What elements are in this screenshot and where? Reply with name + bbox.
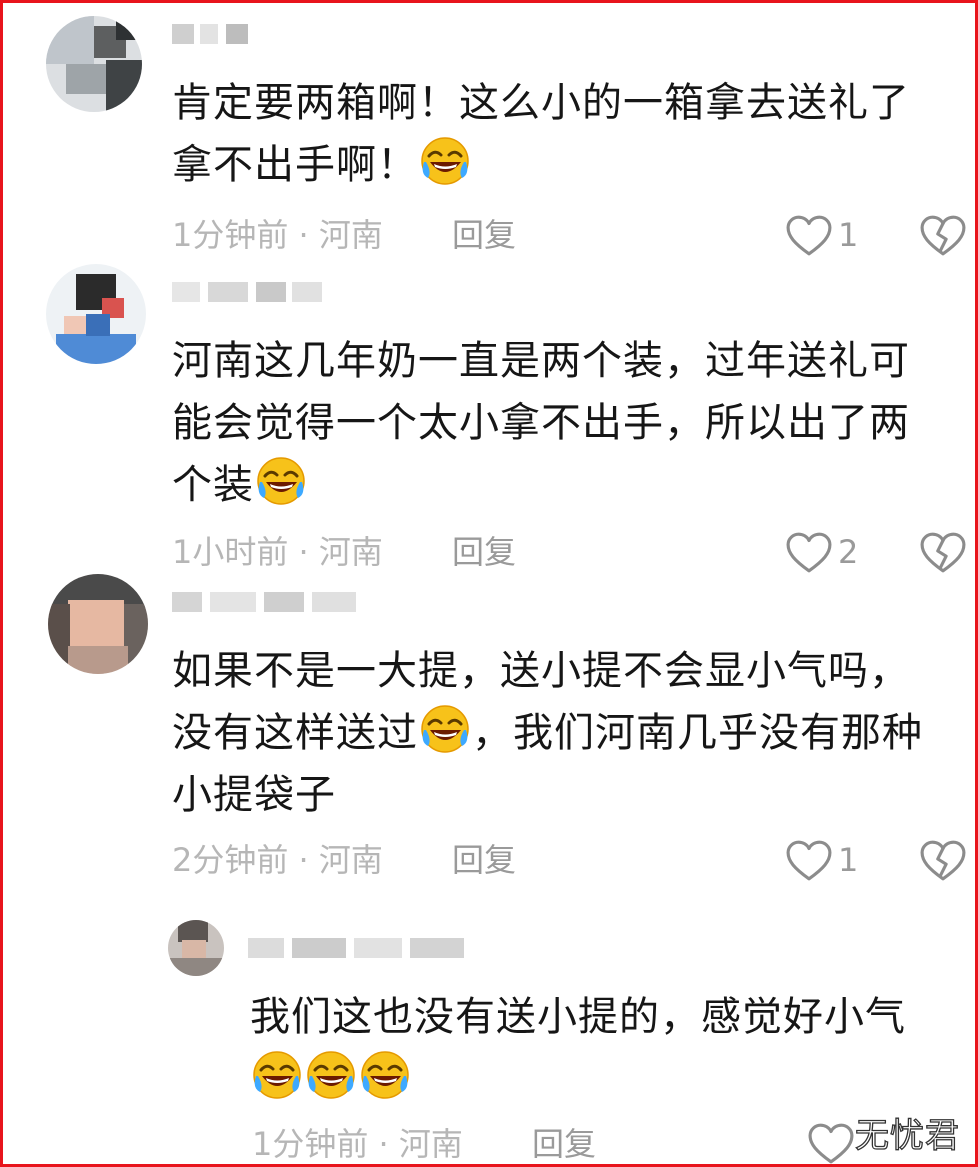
like-count: 1 (838, 841, 859, 879)
rofl-emoji (360, 1050, 410, 1100)
avatar[interactable] (168, 920, 224, 976)
comment-text: 肯定要两箱啊！这么小的一箱拿去送礼了 拿不出手啊！ (172, 80, 910, 188)
comment-meta: 1分钟前 · 河南 (172, 216, 383, 254)
username-blurred[interactable] (172, 20, 252, 48)
broken-heart-icon[interactable] (920, 839, 966, 881)
comment-text: 如果不是一大提，送小提不会显小气吗， 没有这样送过 ，我们河南几乎没有那种 小提袋… (172, 648, 923, 818)
username-blurred[interactable] (172, 588, 362, 616)
comment-meta: 1小时前 · 河南 (172, 533, 383, 571)
reply-button[interactable]: 回复 (452, 532, 516, 572)
heart-outline-icon[interactable] (786, 839, 832, 881)
rofl-emoji (256, 456, 306, 506)
comment-text: 河南这几年奶一直是两个装，过年送礼可 能会觉得一个太小拿不出手，所以出了两 个装 (172, 338, 910, 508)
rofl-emoji (420, 704, 470, 754)
reply-button[interactable]: 回复 (532, 1124, 596, 1164)
like-count: 1 (838, 216, 859, 254)
username-blurred[interactable] (248, 934, 468, 962)
like-count: 2 (838, 533, 859, 571)
reply-text: 我们这也没有送小提的，感觉好小气 (250, 986, 950, 1110)
heart-outline-icon[interactable] (808, 1122, 854, 1164)
heart-outline-icon[interactable] (786, 531, 832, 573)
comment-meta: 1分钟前 · 河南 (252, 1125, 463, 1163)
avatar[interactable] (46, 264, 146, 364)
broken-heart-icon[interactable] (920, 214, 966, 256)
broken-heart-icon[interactable] (920, 531, 966, 573)
rofl-emoji (306, 1050, 356, 1100)
avatar[interactable] (46, 16, 142, 112)
rofl-emoji (252, 1050, 302, 1100)
avatar[interactable] (48, 574, 148, 674)
reply-button[interactable]: 回复 (452, 215, 516, 255)
heart-outline-icon[interactable] (786, 214, 832, 256)
reply-button[interactable]: 回复 (452, 840, 516, 880)
comment-meta: 2分钟前 · 河南 (172, 841, 383, 879)
watermark: 无忧君 (854, 1115, 960, 1156)
username-blurred[interactable] (172, 278, 332, 306)
rofl-emoji (420, 136, 470, 186)
